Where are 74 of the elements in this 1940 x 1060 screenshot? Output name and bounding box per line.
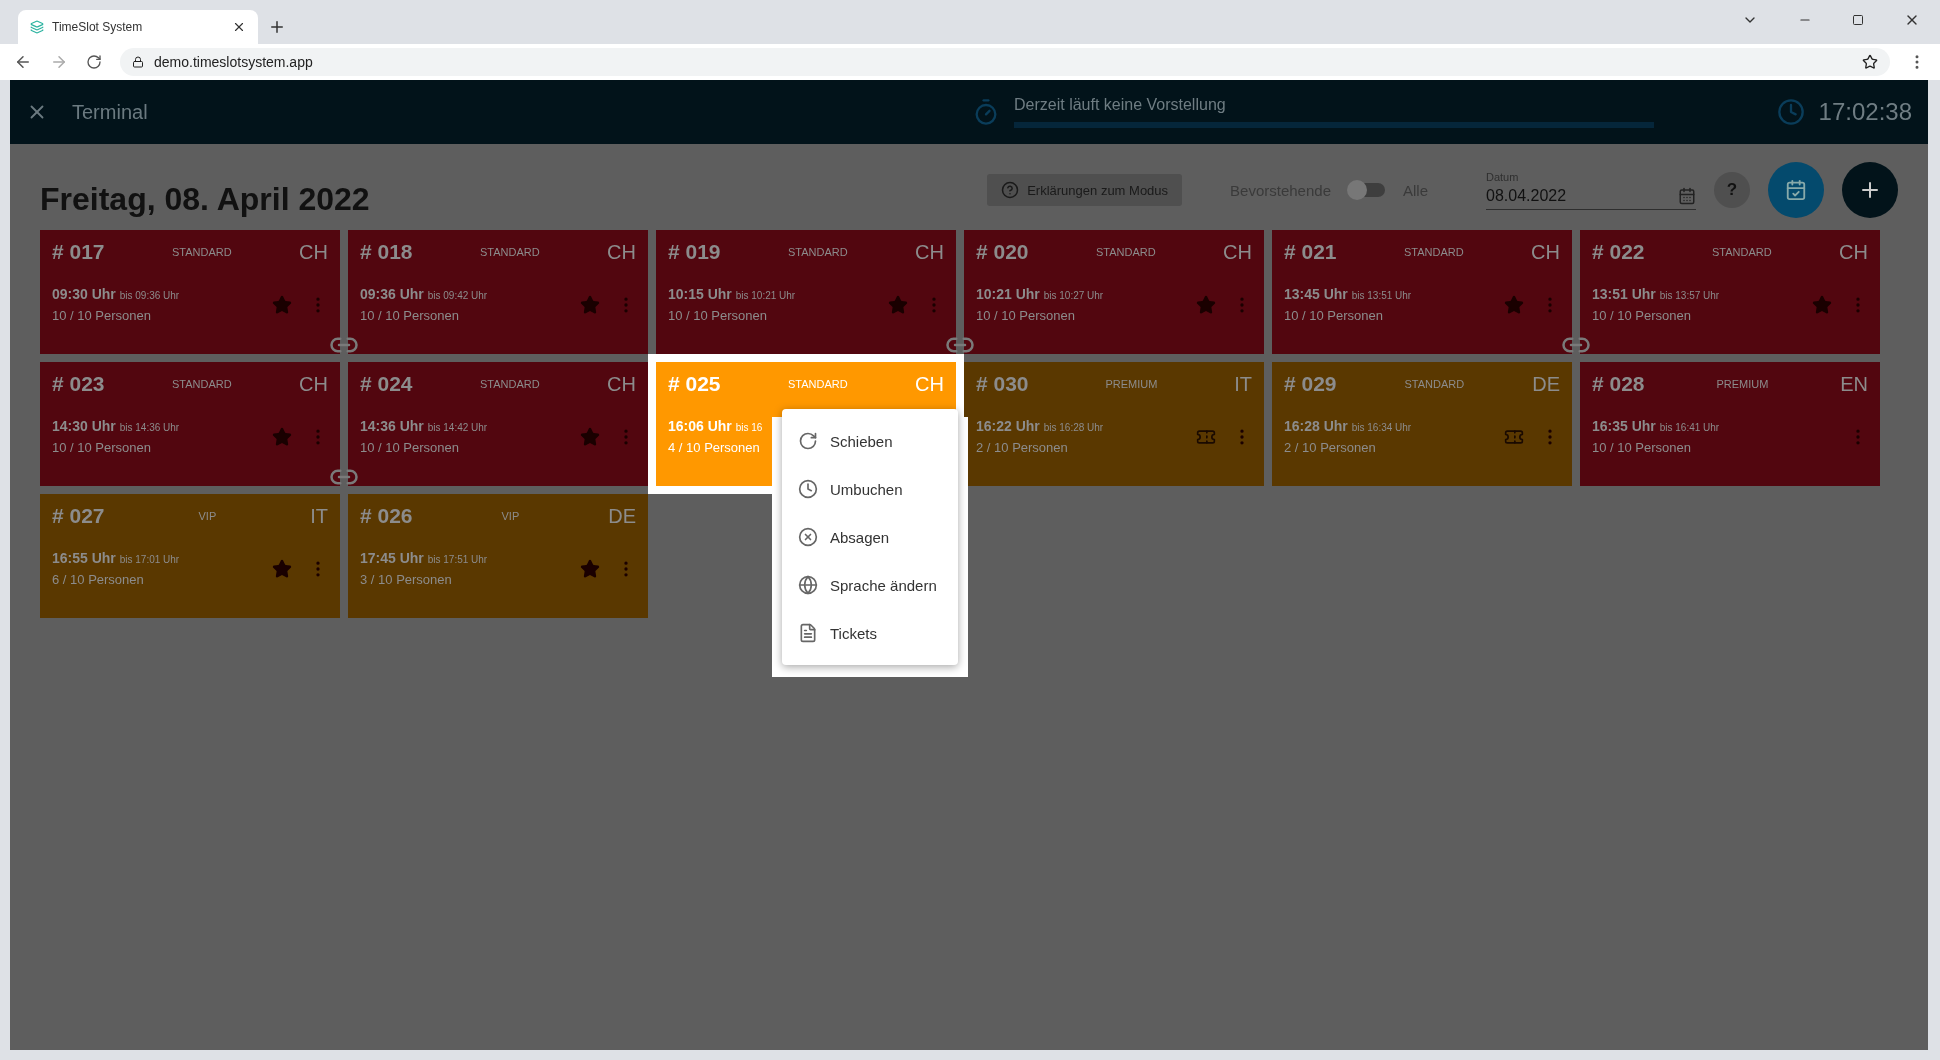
slot-persons: 10 / 10 Personen [1284, 308, 1385, 323]
slot-language: CH [607, 372, 636, 396]
slot-number: # 026 [360, 504, 413, 528]
slot-persons: 10 / 10 Personen [668, 308, 769, 323]
tier-label: STANDARD [1404, 246, 1464, 258]
slot-persons: 10 / 10 Personen [52, 440, 153, 455]
slot-persons: 3 / 10 Personen [360, 572, 453, 587]
slot-persons: 10 / 10 Personen [52, 308, 153, 323]
tier-label: STANDARD [172, 246, 232, 258]
tier-label: STANDARD [1404, 378, 1465, 390]
slot-time: 10:15 Uhr bis 10:21 Uhr [668, 286, 796, 302]
tier-label: STANDARD [788, 378, 848, 390]
slot-time: 13:45 Uhr bis 13:51 Uhr [1284, 286, 1412, 302]
slot-language: CH [1223, 240, 1252, 264]
slot-number: # 019 [668, 240, 721, 264]
slot-time: 17:45 Uhr bis 17:51 Uhr [360, 550, 488, 566]
slot-persons: 10 / 10 Personen [976, 308, 1077, 323]
slot-number: # 022 [1592, 240, 1645, 264]
slot-language: CH [299, 372, 328, 396]
tier-label: PREMIUM [1716, 378, 1769, 390]
slot-persons: 4 / 10 Personen [668, 440, 761, 455]
slot-language: CH [1839, 240, 1868, 264]
slot-persons: 10 / 10 Personen [1592, 308, 1693, 323]
slot-number: # 024 [360, 372, 413, 396]
tier-label: VIP [501, 510, 520, 522]
tier-label: STANDARD [1712, 246, 1772, 258]
date-heading: Freitag, 08. April 2022 [40, 179, 371, 218]
clock-time: 17:02:38 [1818, 98, 1912, 126]
slot-time: 14:36 Uhr bis 14:42 Uhr [360, 418, 488, 434]
tier-label: STANDARD [172, 378, 232, 390]
slot-number: # 028 [1592, 372, 1645, 396]
slot-language: CH [1531, 240, 1560, 264]
slot-language: EN [1840, 372, 1868, 396]
status-text: Derzeit läuft keine Vorstellung [1014, 96, 1227, 114]
page-title: Terminal [72, 100, 149, 124]
slot-language: CH [299, 240, 328, 264]
slot-time: 10:21 Uhr bis 10:27 Uhr [976, 286, 1104, 302]
tier-label: PREMIUM [1105, 378, 1158, 390]
slot-number: # 020 [976, 240, 1029, 264]
slot-time: 09:30 Uhr bis 09:36 Uhr [52, 286, 180, 302]
slot-number: # 021 [1284, 240, 1337, 264]
slot-language: CH [915, 240, 944, 264]
slot-language: DE [608, 504, 636, 528]
slot-number: # 018 [360, 240, 413, 264]
slot-persons: 10 / 10 Personen [360, 308, 461, 323]
tier-label: STANDARD [1096, 246, 1156, 258]
slot-number: # 017 [52, 240, 105, 264]
slot-number: # 029 [1284, 372, 1337, 396]
slot-persons: 2 / 10 Personen [1284, 440, 1377, 455]
slot-persons: 10 / 10 Personen [360, 440, 461, 455]
slot-number: # 030 [976, 372, 1029, 396]
slot-time: 13:51 Uhr bis 13:57 Uhr [1592, 286, 1720, 302]
slot-time: 09:36 Uhr bis 09:42 Uhr [360, 286, 488, 302]
slot-language: CH [607, 240, 636, 264]
slot-time: 16:06 Uhr bis 16 [668, 418, 763, 434]
slot-time: 16:28 Uhr bis 16:34 Uhr [1284, 418, 1412, 434]
slot-language: CH [915, 372, 944, 396]
slot-time: 14:30 Uhr bis 14:36 Uhr [52, 418, 180, 434]
tier-label: STANDARD [788, 246, 848, 258]
slot-language: DE [1532, 372, 1560, 396]
slot-time: 16:55 Uhr bis 17:01 Uhr [52, 550, 180, 566]
slot-persons: 6 / 10 Personen [52, 572, 145, 587]
slot-time: 16:22 Uhr bis 16:28 Uhr [976, 418, 1104, 434]
slot-time: 16:35 Uhr bis 16:41 Uhr [1592, 418, 1720, 434]
slot-persons: 2 / 10 Personen [976, 440, 1069, 455]
slot-language: IT [1234, 372, 1252, 396]
slot-number: # 027 [52, 504, 105, 528]
slot-language: IT [310, 504, 328, 528]
slot-number: # 025 [668, 372, 721, 396]
tier-label: STANDARD [480, 378, 540, 390]
tier-label: VIP [198, 510, 217, 522]
slot-number: # 023 [52, 372, 105, 396]
slot-persons: 10 / 10 Personen [1592, 440, 1693, 455]
tier-label: STANDARD [480, 246, 540, 258]
